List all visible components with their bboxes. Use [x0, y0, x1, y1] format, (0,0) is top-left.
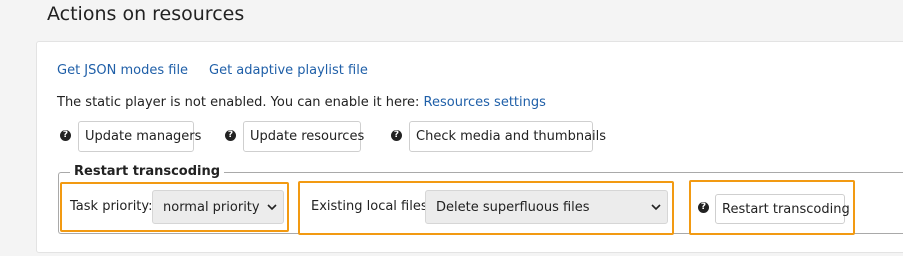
chevron-down-icon: [651, 200, 661, 214]
help-icon[interactable]: ?: [391, 130, 402, 141]
resources-settings-link[interactable]: Resources settings: [424, 95, 546, 110]
chevron-down-icon: [267, 200, 277, 214]
task-priority-value: normal priority: [163, 200, 260, 215]
restart-transcoding-legend: Restart transcoding: [70, 164, 225, 179]
task-priority-select[interactable]: normal priority: [152, 190, 284, 224]
get-json-modes-link[interactable]: Get JSON modes file: [57, 63, 188, 78]
existing-files-select[interactable]: Delete superfluous files: [425, 190, 668, 224]
page-title: Actions on resources: [47, 3, 245, 25]
help-icon[interactable]: ?: [225, 130, 236, 141]
existing-files-value: Delete superfluous files: [436, 200, 590, 215]
help-icon[interactable]: ?: [698, 202, 709, 213]
restart-transcoding-button[interactable]: Restart transcoding: [715, 194, 850, 224]
static-player-text: The static player is not enabled. You ca…: [57, 95, 424, 110]
check-media-thumbnails-button[interactable]: Check media and thumbnails: [409, 121, 606, 152]
static-player-notice: The static player is not enabled. You ca…: [57, 95, 546, 110]
update-managers-button[interactable]: Update managers: [78, 121, 201, 152]
get-adaptive-playlist-link[interactable]: Get adaptive playlist file: [209, 63, 368, 78]
update-resources-button[interactable]: Update resources: [243, 121, 364, 152]
task-priority-label: Task priority:: [70, 199, 153, 214]
help-icon[interactable]: ?: [60, 130, 71, 141]
existing-files-label: Existing local files:: [311, 199, 432, 214]
